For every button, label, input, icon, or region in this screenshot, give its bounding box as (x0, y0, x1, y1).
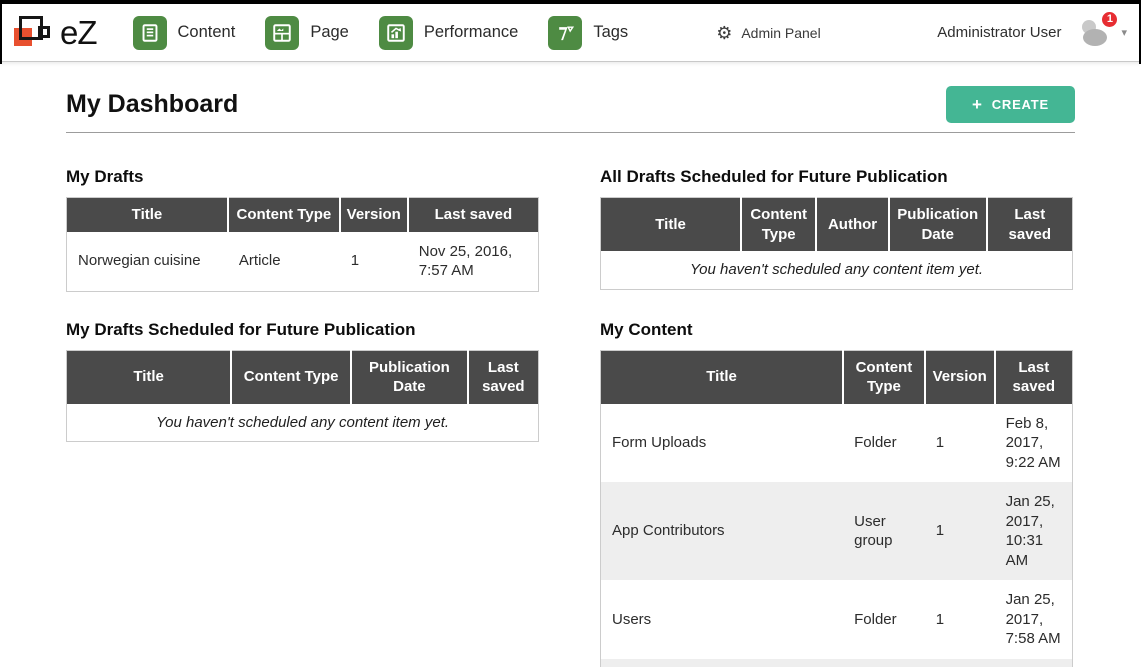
nav-item-performance[interactable]: Performance (379, 16, 518, 50)
cell-content-type: Article (228, 232, 340, 292)
section-title: My Content (600, 320, 1073, 340)
nav-label: Performance (424, 23, 518, 42)
dashboard-content: My Dashboard + CREATE My Drafts Title Co… (0, 86, 1141, 667)
nav-item-content[interactable]: Content (133, 16, 236, 50)
column-header-publication-date: Publication Date (889, 198, 987, 252)
column-header-last-saved: Last saved (995, 350, 1073, 404)
cell-version: 1 (925, 482, 995, 580)
column-header-content-type: Content Type (843, 350, 925, 404)
page-icon (265, 16, 299, 50)
my-drafts-table: Title Content Type Version Last saved No… (66, 197, 539, 292)
content-icon (133, 16, 167, 50)
cell-title: App Contributors (601, 482, 844, 580)
nav-label: Tags (593, 23, 628, 42)
nav-label: Page (310, 23, 349, 42)
cell-last-saved: Jan 25, 2017, 10:31 AM (995, 482, 1073, 580)
cell-version: 1 (925, 404, 995, 483)
ez-logo-icon (12, 13, 58, 53)
user-name: Administrator User (937, 24, 1061, 41)
column-header-last-saved: Last saved (468, 350, 539, 404)
section-my-drafts-scheduled: My Drafts Scheduled for Future Publicati… (66, 320, 539, 443)
table-header-row: Title Content Type Version Last saved (67, 198, 539, 232)
dashboard-grid: My Drafts Title Content Type Version Las… (66, 167, 1075, 667)
cell-last-saved: Jan 25, 2017, 7:55 AM (995, 659, 1073, 667)
admin-panel-label: Admin Panel (741, 25, 820, 41)
table-row[interactable]: Form Uploads Folder 1 Feb 8, 2017, 9:22 … (601, 404, 1073, 483)
cell-version: 1 (925, 659, 995, 667)
cell-content-type: Folder (843, 580, 925, 659)
column-header-last-saved: Last saved (987, 198, 1073, 252)
section-my-drafts: My Drafts Title Content Type Version Las… (66, 167, 539, 292)
column-header-title: Title (601, 350, 844, 404)
column-header-version: Version (340, 198, 408, 232)
notification-badge[interactable]: 1 (1100, 10, 1119, 29)
column-header-content-type: Content Type (741, 198, 816, 252)
user-menu[interactable]: Administrator User 1 ▾ (937, 16, 1127, 50)
title-divider (66, 132, 1075, 133)
table-header-row: Title Content Type Publication Date Last… (67, 350, 539, 404)
cell-title: Users (601, 580, 844, 659)
cell-title: Form Uploads (601, 404, 844, 483)
empty-state-row: You haven't scheduled any content item y… (67, 404, 539, 442)
logo-text: eZ (60, 14, 97, 52)
my-content-table: Title Content Type Version Last saved Fo… (600, 350, 1073, 667)
column-header-title: Title (67, 198, 228, 232)
column-header-author: Author (816, 198, 889, 252)
ez-logo[interactable]: eZ (12, 13, 97, 53)
page-title: My Dashboard (66, 90, 238, 119)
table-row[interactable]: App Contributors User group 1 Jan 25, 20… (601, 482, 1073, 580)
my-drafts-scheduled-table: Title Content Type Publication Date Last… (66, 350, 539, 443)
column-header-title: Title (67, 350, 232, 404)
section-title: My Drafts (66, 167, 539, 187)
table-row[interactable]: App Folder 1 Jan 25, 2017, 7:55 AM (601, 659, 1073, 667)
cell-last-saved: Nov 25, 2016, 7:57 AM (408, 232, 539, 292)
top-navigation-bar: eZ Content (0, 4, 1141, 62)
avatar-body (1083, 29, 1107, 46)
column-header-last-saved: Last saved (408, 198, 539, 232)
performance-icon (379, 16, 413, 50)
column-header-publication-date: Publication Date (351, 350, 468, 404)
all-drafts-scheduled-table: Title Content Type Author Publication Da… (600, 197, 1073, 290)
tags-icon (548, 16, 582, 50)
cell-version: 1 (340, 232, 408, 292)
user-avatar: 1 (1077, 16, 1113, 50)
create-button-label: CREATE (992, 97, 1049, 112)
empty-state-message: You haven't scheduled any content item y… (601, 251, 1073, 289)
nav-label: Content (178, 23, 236, 42)
gear-icon: ⚙ (716, 24, 732, 42)
cell-content-type: Folder (843, 404, 925, 483)
section-title: My Drafts Scheduled for Future Publicati… (66, 320, 539, 340)
cell-last-saved: Jan 25, 2017, 7:58 AM (995, 580, 1073, 659)
cell-version: 1 (925, 580, 995, 659)
table-row[interactable]: Users Folder 1 Jan 25, 2017, 7:58 AM (601, 580, 1073, 659)
cell-content-type: Folder (843, 659, 925, 667)
application-window: eZ Content (0, 0, 1141, 667)
column-header-content-type: Content Type (228, 198, 340, 232)
table-row[interactable]: Norwegian cuisine Article 1 Nov 25, 2016… (67, 232, 539, 292)
cell-content-type: User group (843, 482, 925, 580)
table-header-row: Title Content Type Author Publication Da… (601, 198, 1073, 252)
empty-state-message: You haven't scheduled any content item y… (67, 404, 539, 442)
plus-icon: + (972, 98, 983, 112)
column-header-version: Version (925, 350, 995, 404)
window-edge (0, 4, 2, 64)
cell-title: App (601, 659, 844, 667)
nav-item-tags[interactable]: Tags (548, 16, 628, 50)
cell-last-saved: Feb 8, 2017, 9:22 AM (995, 404, 1073, 483)
main-nav: Content Page (133, 16, 629, 50)
section-all-drafts-scheduled: All Drafts Scheduled for Future Publicat… (600, 167, 1073, 290)
table-header-row: Title Content Type Version Last saved (601, 350, 1073, 404)
section-my-content: My Content Title Content Type Version La… (600, 320, 1073, 667)
cell-title: Norwegian cuisine (67, 232, 228, 292)
admin-panel-button[interactable]: ⚙ Admin Panel (716, 24, 821, 42)
empty-state-row: You haven't scheduled any content item y… (601, 251, 1073, 289)
chevron-down-icon: ▾ (1121, 26, 1127, 39)
section-title: All Drafts Scheduled for Future Publicat… (600, 167, 1073, 187)
column-header-title: Title (601, 198, 742, 252)
create-button[interactable]: + CREATE (946, 86, 1075, 123)
column-header-content-type: Content Type (231, 350, 351, 404)
nav-item-page[interactable]: Page (265, 16, 349, 50)
